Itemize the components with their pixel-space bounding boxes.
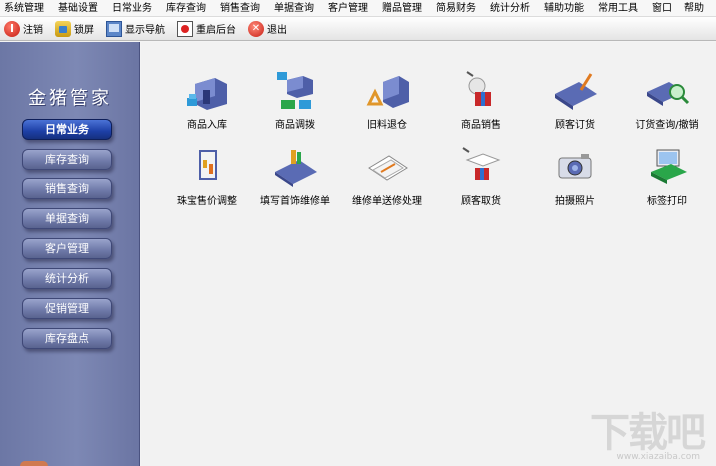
watermark-url: www.xiazaiba.com: [616, 452, 700, 462]
tile-goods-transfer[interactable]: 商品调拨: [247, 70, 343, 144]
menu-system[interactable]: 系统管理: [4, 0, 44, 17]
menu-basic-settings[interactable]: 基础设置: [58, 0, 98, 17]
menu-auxiliary[interactable]: 辅助功能: [544, 0, 584, 17]
exit-icon: [248, 20, 264, 37]
tile-label: 商品销售: [461, 120, 501, 131]
tile-old-material-return[interactable]: 旧料退仓: [339, 70, 435, 144]
repair-process-icon: [368, 155, 408, 181]
tile-label: 商品入库: [187, 120, 227, 131]
menu-inventory-query[interactable]: 库存查询: [166, 0, 206, 17]
menu-gift-management[interactable]: 赠品管理: [382, 0, 422, 17]
tile-jewelry-price-adjust[interactable]: 珠宝售价调整: [159, 146, 255, 220]
tile-take-photo[interactable]: 拍摄照片: [527, 146, 623, 220]
avatar: [20, 461, 48, 466]
sidebar-item-inventory-query[interactable]: 库存查询: [22, 149, 112, 170]
tile-label: 旧料退仓: [367, 120, 407, 131]
sidebar-item-promotion-management[interactable]: 促销管理: [22, 298, 112, 319]
menu-customer-management[interactable]: 客户管理: [328, 0, 368, 17]
restart-backend-label: 重启后台: [196, 25, 236, 36]
tile-order-query-cancel[interactable]: 订货查询/撤销: [619, 70, 715, 144]
menu-simple-finance[interactable]: 简易财务: [436, 0, 476, 17]
tile-jewelry-repair-form[interactable]: 填写首饰维修单: [247, 146, 343, 220]
exit-label: 退出: [267, 25, 287, 36]
lock-screen-label: 锁屏: [74, 25, 94, 36]
warehouse-inbound-icon: [187, 78, 227, 110]
tile-customer-order[interactable]: 顾客订货: [527, 70, 623, 144]
tile-label: 商品调拨: [275, 120, 315, 131]
logout-label: 注销: [23, 25, 43, 36]
menu-help[interactable]: 帮助: [684, 0, 704, 17]
tile-goods-sale[interactable]: 商品销售: [433, 70, 529, 144]
lock-icon: [55, 20, 71, 37]
sidebar: 金猪管家 日常业务 库存查询 销售查询 单据查询 客户管理 统计分析 促销管理 …: [0, 42, 140, 466]
tile-goods-inbound[interactable]: 商品入库: [159, 70, 255, 144]
main-content: 商品入库 商品调拨 旧料退仓 商品销售 顾客订货 订货查询/撤销 珠宝售价调整 …: [141, 42, 716, 466]
sidebar-item-inventory-count[interactable]: 库存盘点: [22, 328, 112, 349]
toolbar: 注销 锁屏 显示导航 重启后台 退出: [0, 17, 716, 41]
tile-label: 填写首饰维修单: [260, 196, 330, 207]
menu-sales-query[interactable]: 销售查询: [220, 0, 260, 17]
sidebar-item-sales-query[interactable]: 销售查询: [22, 178, 112, 199]
tile-label: 顾客取货: [461, 196, 501, 207]
menu-bar: 系统管理 基础设置 日常业务 库存查询 销售查询 单据查询 客户管理 赠品管理 …: [0, 0, 716, 17]
power-icon: [4, 20, 20, 37]
camera-icon: [558, 154, 592, 179]
tile-label: 订货查询/撤销: [635, 120, 699, 131]
navigation-icon: [106, 20, 122, 37]
tile-repair-order-process[interactable]: 维修单送修处理: [339, 146, 435, 220]
menu-window[interactable]: 窗口: [652, 0, 672, 17]
sidebar-item-customer-management[interactable]: 客户管理: [22, 238, 112, 259]
restart-icon: [177, 20, 193, 37]
restart-backend-button[interactable]: 重启后台: [177, 19, 236, 39]
menu-daily-business[interactable]: 日常业务: [112, 0, 152, 17]
tile-label: 标签打印: [647, 196, 687, 207]
tile-label: 维修单送修处理: [352, 196, 422, 207]
goods-transfer-icon: [277, 72, 313, 109]
logout-button[interactable]: 注销: [4, 19, 43, 39]
sidebar-item-document-query[interactable]: 单据查询: [22, 208, 112, 229]
exit-button[interactable]: 退出: [248, 19, 287, 39]
order-search-icon: [647, 82, 690, 106]
recycle-return-icon: [366, 76, 409, 108]
customer-pickup-icon: [462, 147, 501, 180]
show-navigation-label: 显示导航: [125, 25, 165, 36]
show-navigation-button[interactable]: 显示导航: [106, 19, 165, 39]
watermark-text: 下载吧: [590, 410, 706, 456]
repair-form-icon: [275, 150, 317, 187]
sidebar-item-daily-business[interactable]: 日常业务: [22, 119, 112, 140]
menu-statistics[interactable]: 统计分析: [490, 0, 530, 17]
price-adjust-icon: [199, 150, 217, 180]
goods-sale-icon: [466, 71, 491, 106]
watermark: 下载吧 www.xiazaiba.com: [570, 398, 710, 462]
label-print-icon: [651, 149, 687, 184]
tile-label: 拍摄照片: [555, 196, 595, 207]
tile-label: 珠宝售价调整: [177, 196, 237, 207]
tile-label: 顾客订货: [555, 120, 595, 131]
tile-label-print[interactable]: 标签打印: [619, 146, 715, 220]
menu-common-tools[interactable]: 常用工具: [598, 0, 638, 17]
customer-order-icon: [555, 73, 597, 110]
lock-screen-button[interactable]: 锁屏: [55, 19, 94, 39]
sidebar-item-statistics[interactable]: 统计分析: [22, 268, 112, 289]
tile-customer-pickup[interactable]: 顾客取货: [433, 146, 529, 220]
brand-title: 金猪管家: [28, 88, 112, 109]
menu-document-query[interactable]: 单据查询: [274, 0, 314, 17]
